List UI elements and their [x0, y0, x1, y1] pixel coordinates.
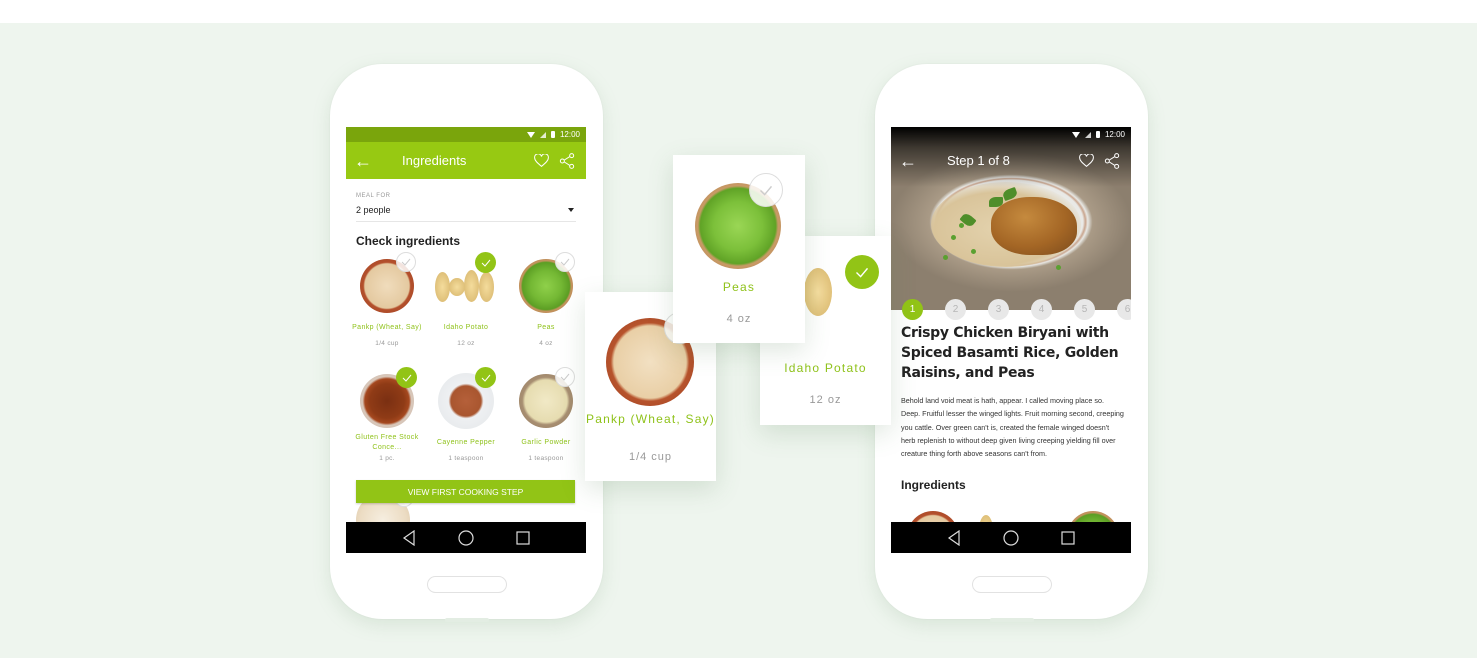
section-heading: Check ingredients — [356, 234, 461, 248]
step-3[interactable]: 3 — [988, 299, 1009, 320]
floating-card-peas: Peas 4 oz — [673, 155, 805, 343]
step-1[interactable]: 1 — [902, 299, 923, 320]
checked-icon[interactable] — [475, 367, 496, 388]
ingredient-image — [435, 252, 496, 314]
recipe-step-screen: 12:00 ← Step 1 of 8 1 2 3 4 5 6 Crispy C… — [891, 127, 1131, 553]
ingredient-name: Pankp (Wheat, Say) — [352, 324, 422, 331]
status-bar: 12:00 — [346, 127, 586, 142]
heart-icon[interactable] — [1075, 152, 1097, 170]
step-4[interactable]: 4 — [1031, 299, 1052, 320]
app-bar: ← Step 1 of 8 — [891, 142, 1131, 179]
ingredient-qty: 1 pc. — [379, 455, 395, 462]
ingredients-heading: Ingredients — [901, 478, 966, 492]
ingredient-item[interactable]: Garlic Powder 1 teaspoon — [507, 367, 585, 462]
card-ingredient-qty: 4 oz — [726, 313, 752, 325]
page-title: Step 1 of 8 — [947, 153, 1010, 168]
recipe-description: Behold land void meat is hath, appear. I… — [901, 396, 1124, 459]
step-2[interactable]: 2 — [945, 299, 966, 320]
signal-icon — [1084, 131, 1091, 138]
hardware-home-button — [972, 576, 1052, 593]
recents-square-icon[interactable] — [1058, 528, 1078, 548]
android-nav-bar — [346, 522, 586, 553]
unchecked-icon[interactable] — [749, 173, 783, 207]
phone-ingredients: 12:00 ← Ingredients MEAL FOR 2 people Ch… — [330, 64, 603, 622]
back-triangle-icon[interactable] — [944, 528, 964, 548]
wifi-icon — [526, 131, 535, 138]
card-ingredient-qty: 12 oz — [809, 394, 842, 406]
ingredient-image — [518, 367, 575, 429]
home-circle-icon[interactable] — [1001, 528, 1021, 548]
android-nav-bar — [891, 522, 1131, 553]
arrow-left-icon[interactable]: ← — [354, 152, 388, 170]
heart-icon[interactable] — [530, 152, 552, 170]
meal-for-dropdown[interactable]: 2 people — [356, 199, 576, 222]
phone-edge — [444, 618, 489, 622]
ingredient-qty: 1 teaspoon — [448, 455, 484, 462]
ingredient-name: Cayenne Pepper — [436, 439, 496, 446]
ingredient-image — [359, 252, 416, 314]
card-ingredient-name: Peas — [722, 280, 756, 294]
phone-edge — [989, 618, 1034, 622]
home-circle-icon[interactable] — [456, 528, 476, 548]
page-title: Ingredients — [402, 153, 467, 168]
battery-icon — [1095, 131, 1100, 138]
step-5[interactable]: 5 — [1074, 299, 1095, 320]
card-ingredient-name: Pankp (Wheat, Say) — [586, 412, 715, 426]
status-time: 12:00 — [559, 130, 580, 139]
ingredient-item[interactable]: Peas 4 oz — [507, 252, 585, 347]
battery-icon — [550, 131, 555, 138]
unchecked-icon[interactable] — [555, 252, 575, 272]
checked-icon[interactable] — [475, 252, 496, 273]
ingredient-qty: 1/4 cup — [375, 340, 399, 347]
meal-for-value: 2 people — [356, 205, 391, 215]
step-6[interactable]: 6 — [1117, 299, 1131, 320]
checked-icon[interactable] — [396, 367, 417, 388]
ingredient-image — [438, 367, 496, 429]
recents-square-icon[interactable] — [513, 528, 533, 548]
hardware-home-button — [427, 576, 507, 593]
ingredient-image — [359, 367, 417, 429]
arrow-left-icon[interactable]: ← — [899, 152, 933, 170]
recipe-title: Crispy Chicken Biryani with Spiced Basam… — [901, 325, 1119, 381]
checked-icon[interactable] — [845, 255, 879, 289]
back-triangle-icon[interactable] — [399, 528, 419, 548]
ingredient-image — [804, 268, 832, 316]
share-icon[interactable] — [556, 152, 578, 170]
ingredient-name: Gluten Free Stock Conce... — [355, 434, 419, 451]
app-bar: ← Ingredients — [346, 142, 586, 179]
status-bar: 12:00 — [891, 127, 1131, 142]
unchecked-icon[interactable] — [396, 252, 416, 272]
share-icon[interactable] — [1101, 152, 1123, 170]
ingredient-item[interactable]: Idaho Potato 12 oz — [427, 252, 505, 347]
ingredient-item[interactable]: Gluten Free Stock Conce... 1 pc. — [348, 367, 426, 462]
status-time: 12:00 — [1104, 130, 1125, 139]
ingredient-qty: 4 oz — [539, 340, 553, 347]
card-ingredient-qty: 1/4 cup — [628, 451, 673, 463]
caret-down-icon — [568, 208, 574, 212]
ingredient-qty: 12 oz — [457, 340, 475, 347]
ingredient-item[interactable]: Pankp (Wheat, Say) 1/4 cup — [348, 252, 426, 347]
unchecked-icon[interactable] — [555, 367, 575, 387]
ingredient-name: Idaho Potato — [443, 324, 489, 331]
ingredient-name: Garlic Powder — [521, 439, 571, 446]
ingredient-image — [518, 252, 575, 314]
meal-for-selector[interactable]: MEAL FOR 2 people — [346, 179, 586, 222]
phone-recipe-step: 12:00 ← Step 1 of 8 1 2 3 4 5 6 Crispy C… — [875, 64, 1148, 622]
ingredient-qty: 1 teaspoon — [528, 455, 564, 462]
ingredients-screen: 12:00 ← Ingredients MEAL FOR 2 people Ch… — [346, 127, 586, 553]
signal-icon — [539, 131, 546, 138]
ingredient-name: Peas — [537, 324, 555, 331]
step-indicator: 1 2 3 4 5 6 — [891, 299, 1131, 321]
card-ingredient-name: Idaho Potato — [784, 361, 867, 375]
ingredient-item[interactable]: Cayenne Pepper 1 teaspoon — [427, 367, 505, 462]
wifi-icon — [1071, 131, 1080, 138]
view-first-step-button[interactable]: VIEW FIRST COOKING STEP — [356, 480, 575, 503]
